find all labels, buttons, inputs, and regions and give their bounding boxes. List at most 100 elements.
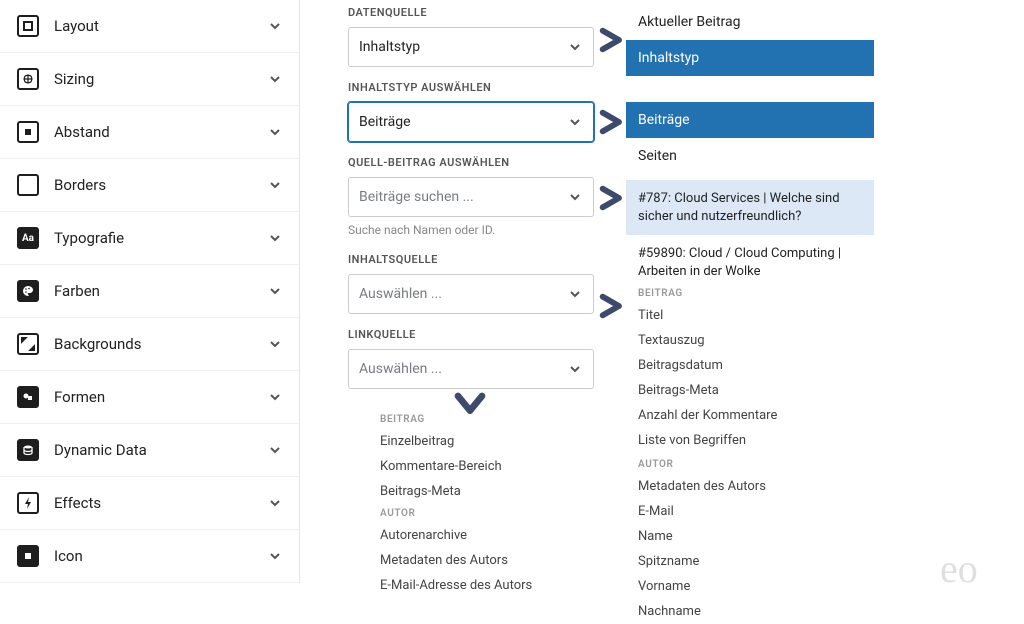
option-beitrags-meta[interactable]: Beitrags-Meta bbox=[626, 378, 874, 403]
field-label-inhaltstyp: INHALTSTYP AUSWÄHLEN bbox=[348, 81, 598, 94]
arrow-icon bbox=[598, 292, 626, 320]
option-group: AUTOR bbox=[626, 453, 874, 474]
option-beitragsdatum[interactable]: Beitragsdatum bbox=[626, 353, 874, 378]
sidebar-item-borders[interactable]: Borders bbox=[0, 159, 299, 212]
chevron-down-icon bbox=[267, 336, 283, 352]
spacing-icon bbox=[16, 120, 40, 144]
field-label-datenquelle: DATENQUELLE bbox=[348, 6, 598, 19]
option-autorenarchive[interactable]: Autorenarchive bbox=[380, 523, 600, 548]
chevron-down-icon bbox=[267, 177, 283, 193]
sidebar-label: Sizing bbox=[54, 70, 267, 88]
sidebar-label: Formen bbox=[54, 388, 267, 406]
select-placeholder: Auswählen ... bbox=[359, 361, 567, 377]
chevron-down-icon bbox=[567, 114, 583, 130]
sidebar-item-abstand[interactable]: Abstand bbox=[0, 106, 299, 159]
select-value: Inhaltstyp bbox=[359, 39, 567, 55]
option-kommentare-bereich[interactable]: Kommentare-Bereich bbox=[380, 454, 600, 479]
shapes-icon bbox=[16, 385, 40, 409]
sizing-icon bbox=[16, 67, 40, 91]
sidebar-label: Typografie bbox=[54, 229, 267, 247]
flyout-inhaltstyp: Beiträge Seiten bbox=[626, 102, 874, 174]
sidebar-label: Abstand bbox=[54, 123, 267, 141]
select-datenquelle[interactable]: Inhaltstyp bbox=[348, 27, 594, 67]
option-spitzname[interactable]: Spitzname bbox=[626, 549, 874, 574]
option-group: AUTOR bbox=[380, 504, 600, 523]
option-email-autor[interactable]: E-Mail-Adresse des Autors bbox=[380, 573, 600, 598]
select-quellbeitrag[interactable]: Beiträge suchen ... bbox=[348, 177, 594, 217]
sidebar-item-typografie[interactable]: Aa Typografie bbox=[0, 212, 299, 265]
sidebar-label: Dynamic Data bbox=[54, 441, 267, 459]
typography-icon: Aa bbox=[16, 226, 40, 250]
chevron-down-icon bbox=[267, 124, 283, 140]
sidebar-label: Borders bbox=[54, 176, 267, 194]
chevron-down-icon bbox=[567, 189, 583, 205]
chevron-down-icon bbox=[567, 39, 583, 55]
option-aktueller-beitrag[interactable]: Aktueller Beitrag bbox=[626, 4, 874, 40]
chevron-down-icon bbox=[267, 283, 283, 299]
select-inhaltsquelle[interactable]: Auswählen ... bbox=[348, 274, 594, 314]
chevron-down-icon bbox=[267, 442, 283, 458]
layout-icon bbox=[16, 14, 40, 38]
flyout-quellbeitrag: #787: Cloud Services | Welche sind siche… bbox=[626, 180, 874, 290]
option-einzelbeitrag[interactable]: Einzelbeitrag bbox=[380, 429, 600, 454]
effects-icon bbox=[16, 491, 40, 515]
sidebar-item-farben[interactable]: Farben bbox=[0, 265, 299, 318]
colors-icon bbox=[16, 279, 40, 303]
option-email[interactable]: E-Mail bbox=[626, 499, 874, 524]
option-metadaten-autor[interactable]: Metadaten des Autors bbox=[380, 548, 600, 573]
select-value: Beiträge bbox=[359, 114, 567, 130]
sidebar-item-layout[interactable]: Layout bbox=[0, 0, 299, 53]
field-label-linkquelle: LINKQUELLE bbox=[348, 328, 598, 341]
sidebar-item-sizing[interactable]: Sizing bbox=[0, 53, 299, 106]
flyout-inhaltsquelle: BEITRAG Titel Textauszug Beitragsdatum B… bbox=[626, 282, 874, 624]
field-label-inhaltsquelle: INHALTSQUELLE bbox=[348, 253, 598, 266]
sidebar: Layout Sizing Abstand Borders Aa Typogra… bbox=[0, 0, 300, 583]
database-icon bbox=[16, 438, 40, 462]
option-titel[interactable]: Titel bbox=[626, 303, 874, 328]
option-name[interactable]: Name bbox=[626, 524, 874, 549]
arrow-icon bbox=[598, 26, 626, 54]
chevron-down-icon bbox=[567, 361, 583, 377]
arrow-icon bbox=[598, 184, 626, 212]
option-vorname[interactable]: Vorname bbox=[626, 574, 874, 599]
borders-icon bbox=[16, 173, 40, 197]
option-metadaten-autor[interactable]: Metadaten des Autors bbox=[626, 474, 874, 499]
settings-panel: DATENQUELLE Inhaltstyp INHALTSTYP AUSWÄH… bbox=[348, 0, 598, 403]
sidebar-item-dynamic-data[interactable]: Dynamic Data bbox=[0, 424, 299, 477]
sidebar-label: Icon bbox=[54, 547, 267, 565]
icon-icon bbox=[16, 544, 40, 568]
flyout-linkquelle: BEITRAG Einzelbeitrag Kommentare-Bereich… bbox=[380, 410, 600, 598]
option-post-787[interactable]: #787: Cloud Services | Welche sind siche… bbox=[626, 180, 874, 235]
chevron-down-icon bbox=[267, 548, 283, 564]
option-anzahl-kommentare[interactable]: Anzahl der Kommentare bbox=[626, 403, 874, 428]
select-inhaltstyp[interactable]: Beiträge bbox=[348, 102, 594, 142]
arrow-icon bbox=[598, 108, 626, 136]
chevron-down-icon bbox=[267, 389, 283, 405]
select-placeholder: Beiträge suchen ... bbox=[359, 189, 567, 205]
option-nachname[interactable]: Nachname bbox=[626, 599, 874, 624]
sidebar-label: Effects bbox=[54, 494, 267, 512]
option-inhaltstyp[interactable]: Inhaltstyp bbox=[626, 40, 874, 76]
helper-text: Suche nach Namen oder ID. bbox=[348, 223, 598, 237]
sidebar-label: Farben bbox=[54, 282, 267, 300]
chevron-down-icon bbox=[267, 495, 283, 511]
chevron-down-icon bbox=[267, 230, 283, 246]
backgrounds-icon bbox=[16, 332, 40, 356]
sidebar-item-icon[interactable]: Icon bbox=[0, 530, 299, 583]
field-label-quellbeitrag: QUELL-BEITRAG AUSWÄHLEN bbox=[348, 156, 598, 169]
option-beitraege[interactable]: Beiträge bbox=[626, 102, 874, 138]
option-liste-begriffe[interactable]: Liste von Begriffen bbox=[626, 428, 874, 453]
option-group: BEITRAG bbox=[626, 282, 874, 303]
select-placeholder: Auswählen ... bbox=[359, 286, 567, 302]
option-textauszug[interactable]: Textauszug bbox=[626, 328, 874, 353]
sidebar-item-backgrounds[interactable]: Backgrounds bbox=[0, 318, 299, 371]
svg-text:eo: eo bbox=[940, 546, 978, 590]
logo-watermark: eo bbox=[940, 546, 1012, 590]
chevron-down-icon bbox=[267, 18, 283, 34]
flyout-datenquelle: Aktueller Beitrag Inhaltstyp bbox=[626, 4, 874, 76]
sidebar-item-formen[interactable]: Formen bbox=[0, 371, 299, 424]
option-beitrags-meta[interactable]: Beitrags-Meta bbox=[380, 479, 600, 504]
option-seiten[interactable]: Seiten bbox=[626, 138, 874, 174]
sidebar-item-effects[interactable]: Effects bbox=[0, 477, 299, 530]
select-linkquelle[interactable]: Auswählen ... bbox=[348, 349, 594, 389]
